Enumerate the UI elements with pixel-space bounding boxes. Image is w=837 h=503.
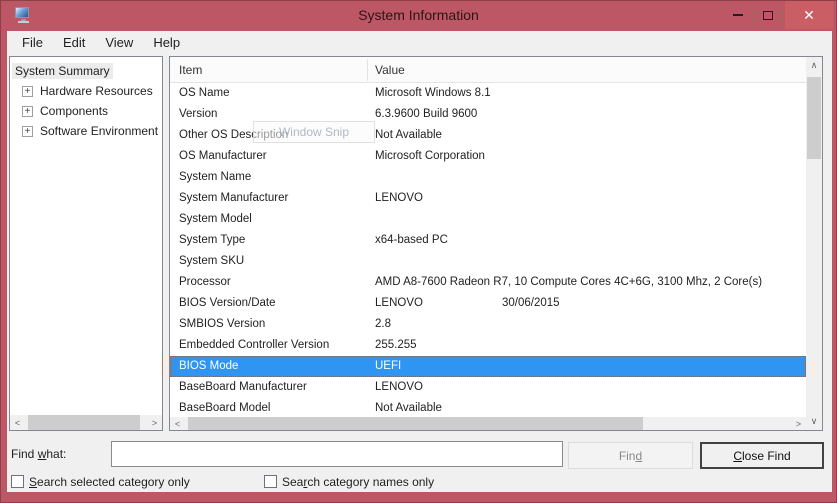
maximize-icon [763, 11, 773, 20]
item-cell: System SKU [179, 255, 244, 267]
expand-plus-icon[interactable]: + [22, 106, 33, 117]
table-row[interactable]: System Name [170, 167, 806, 188]
search-selected-category-label: Search selected category only [29, 475, 190, 489]
table-row[interactable]: BaseBoard Model Not Available [170, 398, 806, 417]
item-cell: BaseBoard Manufacturer [179, 381, 307, 393]
table-row[interactable]: BIOS Version/Date LENOVO 30/06/2015 [170, 293, 806, 314]
column-header-value[interactable]: Value [375, 63, 405, 77]
value-cell: x64-based PC [375, 234, 448, 246]
table-row[interactable]: Processor AMD A8-7600 Radeon R7, 10 Compu… [170, 272, 806, 293]
menu-edit[interactable]: Edit [53, 33, 95, 52]
item-cell: BaseBoard Model [179, 402, 270, 414]
vertical-scrollbar[interactable]: ∧ ∨ [806, 57, 822, 430]
scroll-right-icon[interactable]: > [147, 415, 162, 430]
scroll-left-icon[interactable]: < [10, 415, 25, 430]
value2-cell: 30/06/2015 [502, 297, 560, 309]
scroll-thumb[interactable] [188, 417, 643, 430]
tree-item-label: Hardware Resources [37, 83, 156, 99]
tree-horizontal-scrollbar[interactable]: < > [10, 415, 162, 430]
column-header-item[interactable]: Item [179, 63, 202, 77]
item-cell: System Manufacturer [179, 192, 288, 204]
value-cell: 6.3.9600 Build 9600 [375, 108, 477, 120]
scroll-right-icon[interactable]: > [791, 417, 806, 430]
column-divider[interactable] [367, 59, 368, 81]
table-header: Item Value [170, 57, 806, 83]
item-cell: Processor [179, 276, 231, 288]
table-row[interactable]: OS Name Microsoft Windows 8.1 [170, 83, 806, 104]
value-cell: LENOVO [375, 297, 423, 309]
table-row[interactable]: System Manufacturer LENOVO [170, 188, 806, 209]
table-row[interactable]: SMBIOS Version 2.8 [170, 314, 806, 335]
item-cell: Embedded Controller Version [179, 339, 329, 351]
maximize-button[interactable] [753, 1, 783, 29]
category-tree: System Summary + Hardware Resources + Compon… [10, 57, 162, 141]
item-cell: SMBIOS Version [179, 318, 265, 330]
value-cell: UEFI [375, 360, 401, 372]
close-button[interactable]: ✕ [785, 1, 833, 29]
expand-plus-icon[interactable]: + [22, 86, 33, 97]
item-cell: System Name [179, 171, 251, 183]
item-cell: Version [179, 108, 217, 120]
find-button[interactable]: Find [568, 442, 693, 469]
item-cell: OS Name [179, 87, 230, 99]
search-category-names-checkbox[interactable] [264, 475, 277, 488]
close-find-button[interactable]: Close Find [700, 442, 824, 469]
table-row[interactable]: System Model [170, 209, 806, 230]
find-what-label: Find what: [11, 447, 66, 461]
item-cell: BIOS Version/Date [179, 297, 276, 309]
tree-item-hardware-resources[interactable]: + Hardware Resources [10, 81, 162, 101]
table-horizontal-scrollbar[interactable]: < > [170, 417, 806, 430]
tree-item-system-summary[interactable]: System Summary [10, 61, 162, 81]
value-cell: LENOVO [375, 381, 423, 393]
value-cell: AMD A8-7600 Radeon R7, 10 Compute Cores … [375, 276, 762, 288]
scroll-up-icon[interactable]: ∧ [806, 57, 822, 74]
menu-help[interactable]: Help [143, 33, 190, 52]
table-row[interactable]: BaseBoard Manufacturer LENOVO [170, 377, 806, 398]
value-cell: 2.8 [375, 318, 391, 330]
window-title: System Information [1, 7, 836, 23]
table-row[interactable]: Embedded Controller Version 255.255 [170, 335, 806, 356]
category-tree-panel: System Summary + Hardware Resources + Compon… [9, 56, 163, 431]
tree-item-label: Software Environment [37, 123, 161, 139]
tree-item-label: System Summary [12, 63, 113, 79]
menu-bar: FileEditViewHelp [7, 31, 832, 54]
minimize-button[interactable] [723, 1, 753, 29]
titlebar[interactable]: System Information ✕ [1, 1, 836, 31]
value-cell: Microsoft Corporation [375, 150, 485, 162]
system-information-window: System Information ✕ FileEditViewHelp Sy… [0, 0, 837, 503]
expand-plus-icon[interactable]: + [22, 126, 33, 137]
value-cell: Not Available [375, 129, 442, 141]
window-snip-ghost: Window Snip [253, 121, 375, 143]
search-selected-category-checkbox[interactable] [11, 475, 24, 488]
search-category-names-label: Search category names only [282, 475, 434, 489]
menu-file[interactable]: File [12, 33, 53, 52]
find-input[interactable] [111, 441, 563, 467]
value-cell: Microsoft Windows 8.1 [375, 87, 491, 99]
scroll-down-icon[interactable]: ∨ [806, 413, 822, 430]
details-panel: Item Value OS Name Microsoft Windows 8.1 V… [169, 56, 823, 431]
value-cell: Not Available [375, 402, 442, 414]
value-cell: 255.255 [375, 339, 417, 351]
table-row[interactable]: OS Manufacturer Microsoft Corporation [170, 146, 806, 167]
value-cell: LENOVO [375, 192, 423, 204]
table-row[interactable]: BIOS Mode UEFI [170, 356, 806, 377]
item-cell: BIOS Mode [179, 360, 238, 372]
minimize-icon [733, 14, 743, 16]
tree-item-components[interactable]: + Components [10, 101, 162, 121]
scroll-thumb[interactable] [807, 77, 821, 159]
table-row[interactable]: System SKU [170, 251, 806, 272]
menu-view[interactable]: View [95, 33, 143, 52]
tree-item-software-environment[interactable]: + Software Environment [10, 121, 162, 141]
tree-item-label: Components [37, 103, 111, 119]
item-cell: System Type [179, 234, 245, 246]
item-cell: System Model [179, 213, 252, 225]
scroll-thumb[interactable] [28, 415, 140, 430]
close-icon: ✕ [803, 7, 815, 24]
scroll-left-icon[interactable]: < [170, 417, 185, 430]
table-row[interactable]: System Type x64-based PC [170, 230, 806, 251]
item-cell: OS Manufacturer [179, 150, 267, 162]
